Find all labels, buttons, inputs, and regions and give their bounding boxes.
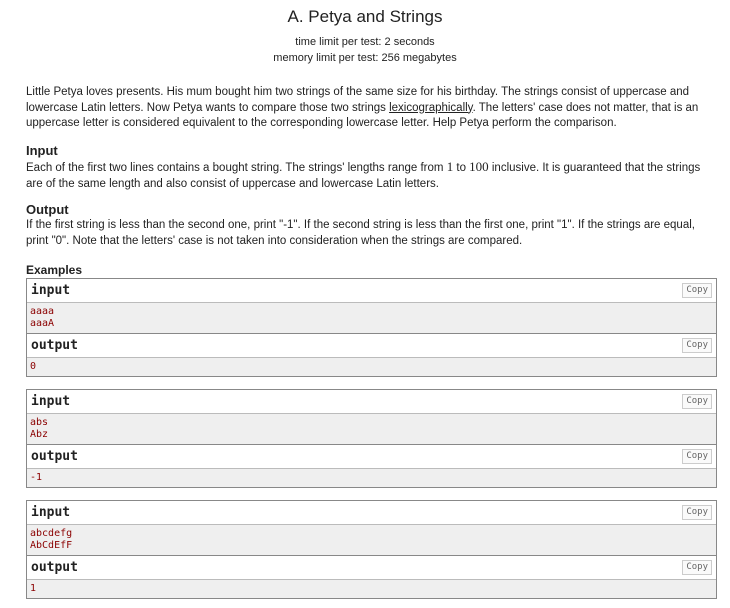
input-text-a: Each of the first two lines contains a b… — [26, 162, 447, 174]
input-section-title: Input — [26, 143, 58, 158]
example-input: aaaa aaaA — [27, 303, 716, 334]
example-output: -1 — [27, 469, 716, 487]
example-2: input Copy abs Abz output Copy -1 — [26, 389, 717, 488]
example-output: 1 — [27, 580, 716, 598]
examples-label: Examples — [26, 263, 83, 277]
input-text-b: to — [453, 162, 470, 174]
example-output-header: output Copy — [27, 445, 716, 469]
copy-input-button[interactable]: Copy — [682, 394, 712, 409]
copy-output-button[interactable]: Copy — [682, 560, 712, 575]
problem-statement: Little Petya loves presents. His mum bou… — [26, 85, 712, 132]
output-label: output — [31, 560, 78, 575]
memory-limit: memory limit per test: 256 megabytes — [273, 52, 457, 64]
output-section-text: If the first string is less than the sec… — [26, 219, 695, 247]
example-1: input Copy aaaa aaaA output Copy 0 — [26, 278, 717, 377]
problem-title: A. Petya and Strings — [287, 7, 443, 26]
copy-input-button[interactable]: Copy — [682, 505, 712, 520]
output-section: Output If the first string is less than … — [26, 202, 712, 249]
input-max: 100 — [469, 159, 489, 174]
example-output-header: output Copy — [27, 334, 716, 358]
time-limit: time limit per test: 2 seconds — [295, 36, 435, 48]
example-input-header: input Copy — [27, 279, 716, 303]
statement-paragraph: Little Petya loves presents. His mum bou… — [26, 85, 712, 132]
example-output-header: output Copy — [27, 556, 716, 580]
example-input: abs Abz — [27, 414, 716, 445]
example-3: input Copy abcdefg AbCdEfF output Copy 1 — [26, 500, 717, 599]
copy-input-button[interactable]: Copy — [682, 283, 712, 298]
input-label: input — [31, 283, 71, 298]
input-section: Input Each of the first two lines contai… — [26, 143, 712, 192]
example-input-header: input Copy — [27, 390, 716, 414]
example-output: 0 — [27, 358, 716, 376]
output-label: output — [31, 338, 78, 353]
lexicographically-link[interactable]: lexicographically — [389, 102, 473, 114]
input-label: input — [31, 394, 71, 409]
copy-output-button[interactable]: Copy — [682, 338, 712, 353]
copy-output-button[interactable]: Copy — [682, 449, 712, 464]
input-section-text: Each of the first two lines contains a b… — [26, 159, 712, 192]
example-input-header: input Copy — [27, 501, 716, 525]
output-section-title: Output — [26, 202, 69, 217]
input-label: input — [31, 505, 71, 520]
output-label: output — [31, 449, 78, 464]
problem-header: A. Petya and Strings time limit per test… — [0, 7, 730, 66]
example-input: abcdefg AbCdEfF — [27, 525, 716, 556]
